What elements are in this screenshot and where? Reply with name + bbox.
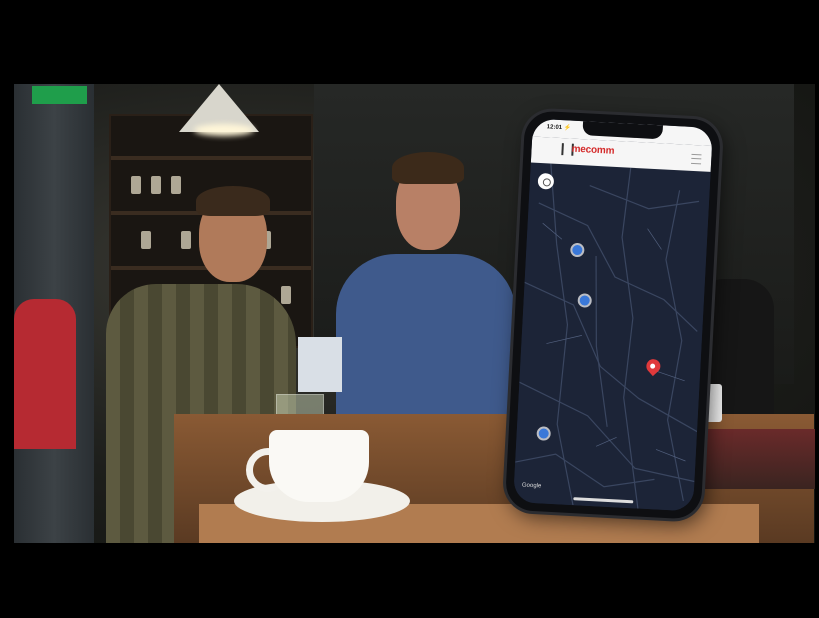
books (694, 429, 815, 489)
phone-screen: Google 12:01 ⚡ mecomm (513, 118, 713, 512)
app-logo: mecomm (571, 143, 615, 157)
man-plaid-shirt-hair (196, 186, 270, 216)
jar (141, 231, 151, 249)
person-red-shirt (14, 299, 76, 449)
status-time: 12:01 ⚡ (546, 124, 572, 132)
hamburger-menu-icon[interactable] (691, 153, 702, 165)
map-roads (515, 163, 700, 509)
jar (281, 286, 291, 304)
shelf-row (111, 156, 311, 160)
jar (131, 176, 141, 194)
jar (181, 231, 191, 249)
man-blue-polo-body (336, 254, 516, 434)
jar (171, 176, 181, 194)
jar (151, 176, 161, 194)
google-attribution: Google (521, 482, 542, 490)
phone-notch (582, 121, 663, 140)
coffee-cup (269, 430, 369, 502)
lamp-glow (194, 124, 254, 136)
laptop (298, 337, 342, 392)
man-blue-polo-hair (392, 152, 464, 184)
letterbox-top (0, 0, 819, 84)
smartphone: Google 12:01 ⚡ mecomm (504, 110, 722, 520)
map-view[interactable]: Google (513, 162, 711, 512)
letterbox-bottom (0, 543, 819, 618)
green-sign (32, 86, 87, 104)
